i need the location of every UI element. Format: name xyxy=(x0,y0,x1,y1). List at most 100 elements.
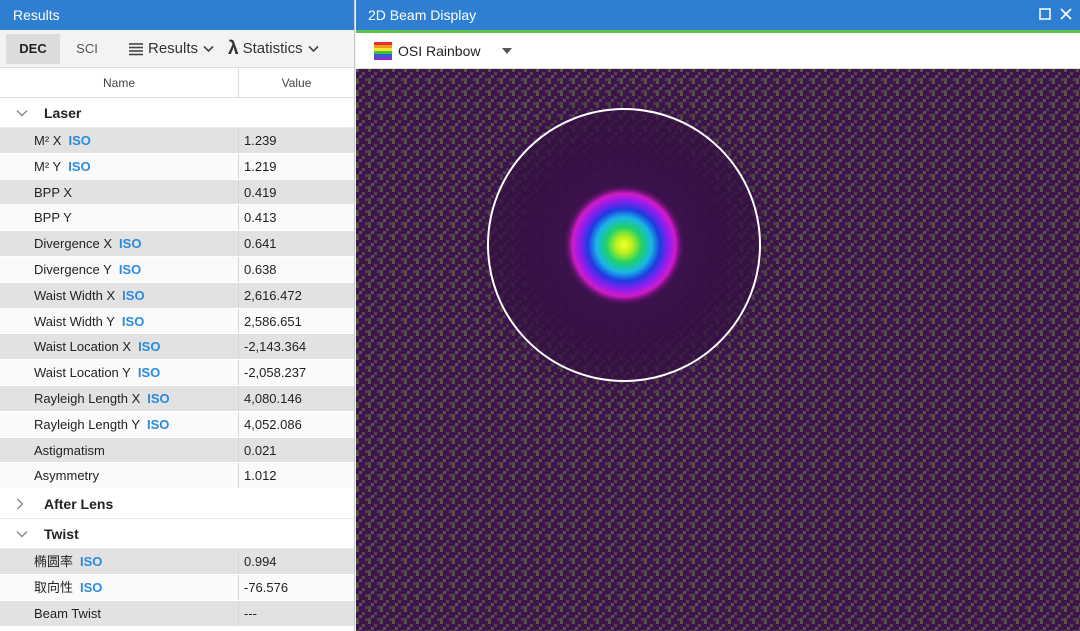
table-row[interactable]: Astigmatism 0.021 xyxy=(0,437,354,464)
iso-badge[interactable]: ISO xyxy=(68,133,90,148)
close-icon[interactable] xyxy=(1060,0,1072,30)
table-row[interactable]: Divergence Y ISO 0.638 xyxy=(0,256,354,283)
iso-badge[interactable]: ISO xyxy=(119,236,141,251)
group-title: Twist xyxy=(44,525,79,542)
row-value: 0.641 xyxy=(244,236,277,252)
row-name-cell: Divergence Y ISO xyxy=(0,256,239,282)
iso-badge[interactable]: ISO xyxy=(119,262,141,277)
results-menu-button[interactable]: Results xyxy=(128,34,214,64)
row-name: Rayleigh Length X xyxy=(34,390,141,406)
beam-display-titlebar: 2D Beam Display xyxy=(356,0,1080,30)
table-row[interactable]: Rayleigh Length X ISO 4,080.146 xyxy=(0,385,354,412)
row-value: 0.419 xyxy=(244,184,277,200)
row-name: 椭圆率 xyxy=(34,554,74,570)
table-row[interactable]: BPP Y 0.413 xyxy=(0,205,354,232)
column-header-value[interactable]: Value xyxy=(239,68,354,97)
row-name: Asymmetry xyxy=(34,468,99,484)
lambda-icon: λ xyxy=(228,37,239,59)
row-name-cell: Waist Width Y ISO xyxy=(0,308,239,334)
statistics-menu-button[interactable]: λ Statistics xyxy=(228,34,319,64)
table-row[interactable]: 取向性 ISO -76.576 xyxy=(0,574,354,601)
iso-badge[interactable]: ISO xyxy=(147,391,169,406)
row-name: Divergence Y xyxy=(34,261,112,277)
table-row[interactable]: Asymmetry 1.012 xyxy=(0,463,354,490)
table-row[interactable]: Waist Width Y ISO 2,586.651 xyxy=(0,308,354,335)
group-laser[interactable]: Laser xyxy=(0,98,354,128)
row-name-cell: M² X ISO xyxy=(0,128,239,153)
iso-badge[interactable]: ISO xyxy=(138,365,160,380)
beam-image-canvas[interactable] xyxy=(356,69,1080,631)
row-name: Waist Location Y xyxy=(34,365,131,381)
results-title: Results xyxy=(0,0,354,30)
row-name: M² X xyxy=(34,133,62,148)
row-name: BPP X xyxy=(34,184,73,200)
row-value: 0.994 xyxy=(244,554,277,570)
palette-select[interactable]: OSI Rainbow xyxy=(398,43,480,59)
beam-toolbar: OSI Rainbow xyxy=(356,33,1080,69)
row-value: 0.021 xyxy=(244,442,277,458)
row-value: 0.638 xyxy=(244,261,277,277)
group-twist[interactable]: Twist xyxy=(0,519,354,550)
row-name: Waist Location X xyxy=(34,339,132,355)
row-name-cell: Asymmetry xyxy=(0,463,239,489)
table-row[interactable]: Divergence X ISO 0.641 xyxy=(0,231,354,257)
results-menu-label: Results xyxy=(148,40,199,57)
results-toolbar: DEC SCI Results λ Statistics xyxy=(0,30,354,68)
row-value: -2,143.364 xyxy=(244,339,307,355)
row-name-cell: Rayleigh Length X ISO xyxy=(0,385,239,411)
chevron-down-icon xyxy=(308,45,319,53)
row-name-cell: M² Y ISO xyxy=(0,153,239,179)
table-row[interactable]: Beam Twist --- xyxy=(0,600,354,627)
palette-swatch-icon xyxy=(374,41,392,60)
statistics-menu-label: Statistics xyxy=(242,40,303,57)
row-value: -2,058.237 xyxy=(244,365,307,381)
row-name-cell: Astigmatism xyxy=(0,437,239,463)
table-row[interactable]: BPP X 0.419 xyxy=(0,179,354,206)
dropdown-arrow-icon[interactable] xyxy=(502,47,513,54)
row-value: 2,586.651 xyxy=(244,313,302,329)
row-name-cell: Rayleigh Length Y ISO xyxy=(0,411,239,437)
sci-toggle-button[interactable]: SCI xyxy=(60,34,114,64)
row-name-cell: 取向性 ISO xyxy=(0,574,239,600)
group-after-lens[interactable]: After Lens xyxy=(0,489,354,520)
row-name: Waist Width X xyxy=(34,287,116,303)
iso-badge[interactable]: ISO xyxy=(147,417,169,432)
beam-display-panel: 2D Beam Display OSI Rainbow xyxy=(356,0,1080,631)
row-value: --- xyxy=(244,605,257,621)
row-name-cell: Waist Location X ISO xyxy=(0,334,239,360)
table-row[interactable]: M² X ISO 1.239 xyxy=(0,128,354,154)
table-row[interactable]: 椭圆率 ISO 0.994 xyxy=(0,549,354,575)
row-value: 1.219 xyxy=(244,158,277,174)
chevron-down-icon xyxy=(16,530,38,538)
row-name: Rayleigh Length Y xyxy=(34,416,141,432)
row-name: Astigmatism xyxy=(34,442,105,458)
iso-badge[interactable]: ISO xyxy=(80,580,102,595)
chevron-down-icon xyxy=(16,109,38,117)
beam-display-title: 2D Beam Display xyxy=(368,7,477,23)
row-name: Divergence X xyxy=(34,236,113,252)
row-name-cell: Waist Location Y ISO xyxy=(0,360,239,385)
group-title: Laser xyxy=(44,104,82,121)
row-value: 4,052.086 xyxy=(244,416,302,432)
column-header-name[interactable]: Name xyxy=(0,68,239,97)
table-row[interactable]: Waist Location Y ISO -2,058.237 xyxy=(0,360,354,386)
dec-toggle-button[interactable]: DEC xyxy=(6,33,60,64)
table-row[interactable]: Rayleigh Length Y ISO 4,052.086 xyxy=(0,411,354,438)
row-name-cell: BPP X xyxy=(0,179,239,205)
chevron-right-icon xyxy=(16,498,38,510)
iso-badge[interactable]: ISO xyxy=(122,288,144,303)
iso-badge[interactable]: ISO xyxy=(80,554,102,569)
iso-badge[interactable]: ISO xyxy=(122,314,144,329)
maximize-icon[interactable] xyxy=(1039,0,1051,30)
iso-badge[interactable]: ISO xyxy=(138,339,160,354)
row-value: -76.576 xyxy=(244,579,289,595)
row-value: 0.413 xyxy=(244,210,277,226)
iso-badge[interactable]: ISO xyxy=(68,159,90,174)
table-row[interactable]: Waist Location X ISO -2,143.364 xyxy=(0,334,354,361)
group-title: After Lens xyxy=(44,495,114,512)
row-value: 2,616.472 xyxy=(244,287,302,303)
row-name-cell: Divergence X ISO xyxy=(0,231,239,256)
table-row[interactable]: M² Y ISO 1.219 xyxy=(0,153,354,180)
row-name: M² Y xyxy=(34,158,62,174)
table-row[interactable]: Waist Width X ISO 2,616.472 xyxy=(0,282,354,309)
